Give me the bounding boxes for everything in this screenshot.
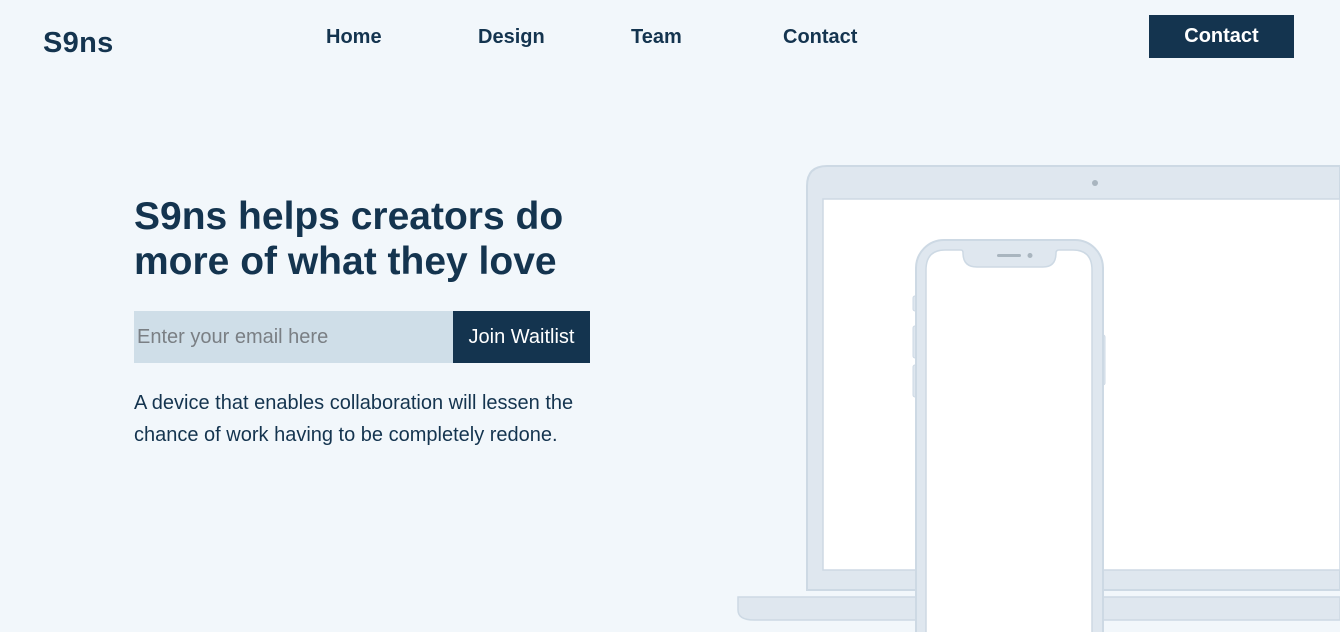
nav-design-link[interactable]: Design [478,26,545,49]
nav-home-link[interactable]: Home [326,26,382,49]
hero-title: S9ns helps creators do more of what they… [134,195,564,283]
hero-description: A device that enables collaboration will… [134,392,574,446]
contact-button[interactable]: Contact [1149,15,1294,58]
nav-team-link[interactable]: Team [631,26,682,49]
nav-contact-link[interactable]: Contact [783,26,857,49]
device-illustration [737,165,1340,632]
logo[interactable]: S9ns [43,27,114,60]
join-waitlist-button[interactable]: Join Waitlist [453,311,590,363]
email-input[interactable] [134,311,453,363]
waitlist-form: Join Waitlist [134,311,590,363]
phone-icon [912,239,1106,632]
